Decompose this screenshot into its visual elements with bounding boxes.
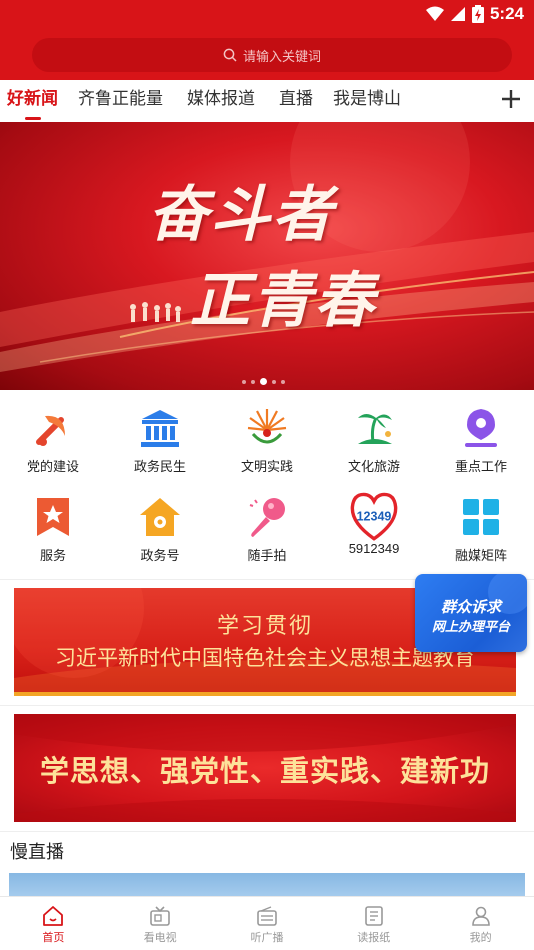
grid-label: 服务	[39, 548, 66, 563]
grid-label: 政务号	[140, 548, 180, 563]
search-placeholder: 请输入关键词	[242, 49, 321, 65]
grid-label: 文化旅游	[347, 459, 400, 474]
location-pen-icon	[465, 409, 497, 447]
top-bar: 5:24 请输入关键词	[0, 0, 534, 80]
float-line-1: 群众诉求	[440, 598, 501, 616]
carousel-dot[interactable]	[272, 379, 276, 384]
radio-icon	[257, 906, 277, 926]
nav-label: 读报纸	[357, 931, 391, 944]
nav-radio[interactable]: 听广播	[214, 897, 321, 950]
add-channel-icon[interactable]	[500, 88, 522, 110]
tab-label: 媒体报道	[187, 89, 255, 109]
hero-banner[interactable]: 奋斗者 正青春	[0, 122, 534, 390]
public-appeal-floating-button[interactable]: 群众诉求 网上办理平台	[415, 574, 527, 652]
nav-label: 听广播	[250, 931, 284, 944]
battery-icon	[471, 5, 484, 23]
banner-headline-1: 奋斗者	[148, 180, 334, 250]
tab-label: 我是博山	[333, 89, 401, 109]
grid-label: 重点工作	[454, 459, 507, 474]
nav-newspaper[interactable]: 读报纸	[320, 897, 427, 950]
grid-item-government-services[interactable]: 政务民生	[107, 406, 213, 475]
grid-item-key-work[interactable]: 重点工作	[428, 406, 534, 475]
party-flag-icon	[35, 410, 71, 446]
grid-label: 政务民生	[133, 459, 186, 474]
channel-tabs: 好新闻 齐鲁正能量 媒体报道 直播 我是博山	[0, 80, 534, 122]
carousel-dot-active[interactable]	[260, 378, 267, 385]
grid-label: 文明实践	[240, 459, 293, 474]
bookmark-star-icon	[37, 498, 69, 536]
carousel-indicator	[242, 378, 285, 385]
carousel-dot[interactable]	[251, 379, 255, 384]
section-divider	[0, 831, 534, 832]
search-icon	[223, 48, 237, 62]
grid-label: 融媒矩阵	[454, 548, 507, 563]
microphone-icon	[249, 498, 285, 537]
tab-media-reports[interactable]: 媒体报道	[187, 80, 255, 122]
slogan-banner[interactable]: 学思想、强党性、重实践、建新功	[14, 714, 516, 822]
grid-item-civilization-practice[interactable]: 文明实践	[214, 406, 320, 475]
app-screen: 5:24 请输入关键词 好新闻 齐鲁正能量 媒体报道 直播 我是博山 奋斗者 正…	[0, 0, 534, 950]
matrix-grid-icon	[463, 499, 499, 535]
carousel-dot[interactable]	[281, 379, 285, 384]
section-divider	[0, 705, 534, 706]
promo-slogan: 学思想、强党性、重实践、建新功	[39, 754, 490, 788]
home-icon	[43, 906, 64, 926]
float-line-2: 网上办理平台	[431, 620, 510, 635]
bottom-navigation: 首页 看电视 听广播 读报纸 我的	[0, 896, 534, 950]
nav-label: 我的	[469, 931, 492, 944]
house-icon	[140, 498, 180, 536]
nav-label: 看电视	[143, 931, 177, 944]
tab-label: 齐鲁正能量	[78, 89, 163, 109]
active-tab-indicator	[24, 117, 41, 120]
hotline-icon-text: 12349	[357, 510, 392, 524]
tab-i-am-boshan[interactable]: 我是博山	[333, 80, 401, 122]
nav-tv[interactable]: 看电视	[107, 897, 214, 950]
grid-item-hotline-5912349[interactable]: 12349 5912349	[321, 492, 427, 556]
palm-island-icon	[358, 414, 392, 444]
government-building-icon	[141, 410, 179, 447]
tab-live[interactable]: 直播	[279, 80, 313, 122]
grid-item-culture-tourism[interactable]: 文化旅游	[321, 406, 427, 475]
banner-headline-2: 正青春	[190, 266, 376, 336]
grid-item-media-matrix[interactable]: 融媒矩阵	[428, 495, 534, 564]
section-title-slow-live: 慢直播	[10, 842, 64, 863]
newspaper-icon	[364, 906, 383, 926]
grid-item-snapshot[interactable]: 随手拍	[214, 495, 320, 564]
tab-good-news[interactable]: 好新闻	[7, 80, 58, 122]
heart-12349-icon: 12349	[350, 492, 398, 541]
tab-label: 好新闻	[7, 89, 58, 109]
grid-label: 5912349	[348, 541, 400, 556]
grid-item-government-account[interactable]: 政务号	[107, 495, 213, 564]
signal-icon	[450, 7, 465, 21]
status-time: 5:24	[489, 4, 524, 23]
status-bar: 5:24	[425, 3, 524, 25]
search-input[interactable]: 请输入关键词	[32, 38, 512, 72]
carousel-dot[interactable]	[242, 379, 246, 384]
tv-icon	[150, 906, 170, 926]
nav-home[interactable]: 首页	[0, 897, 107, 950]
civilization-emblem-icon	[247, 409, 287, 444]
grid-item-services[interactable]: 服务	[0, 495, 106, 564]
tab-label: 直播	[279, 89, 313, 109]
grid-item-party-building[interactable]: 党的建设	[0, 406, 106, 475]
wifi-icon	[425, 6, 444, 21]
nav-label: 首页	[42, 931, 65, 944]
nav-profile[interactable]: 我的	[427, 897, 534, 950]
user-icon	[471, 906, 490, 926]
grid-label: 随手拍	[247, 548, 287, 563]
tab-qilu-energy[interactable]: 齐鲁正能量	[78, 80, 163, 122]
grid-label: 党的建设	[26, 459, 79, 474]
